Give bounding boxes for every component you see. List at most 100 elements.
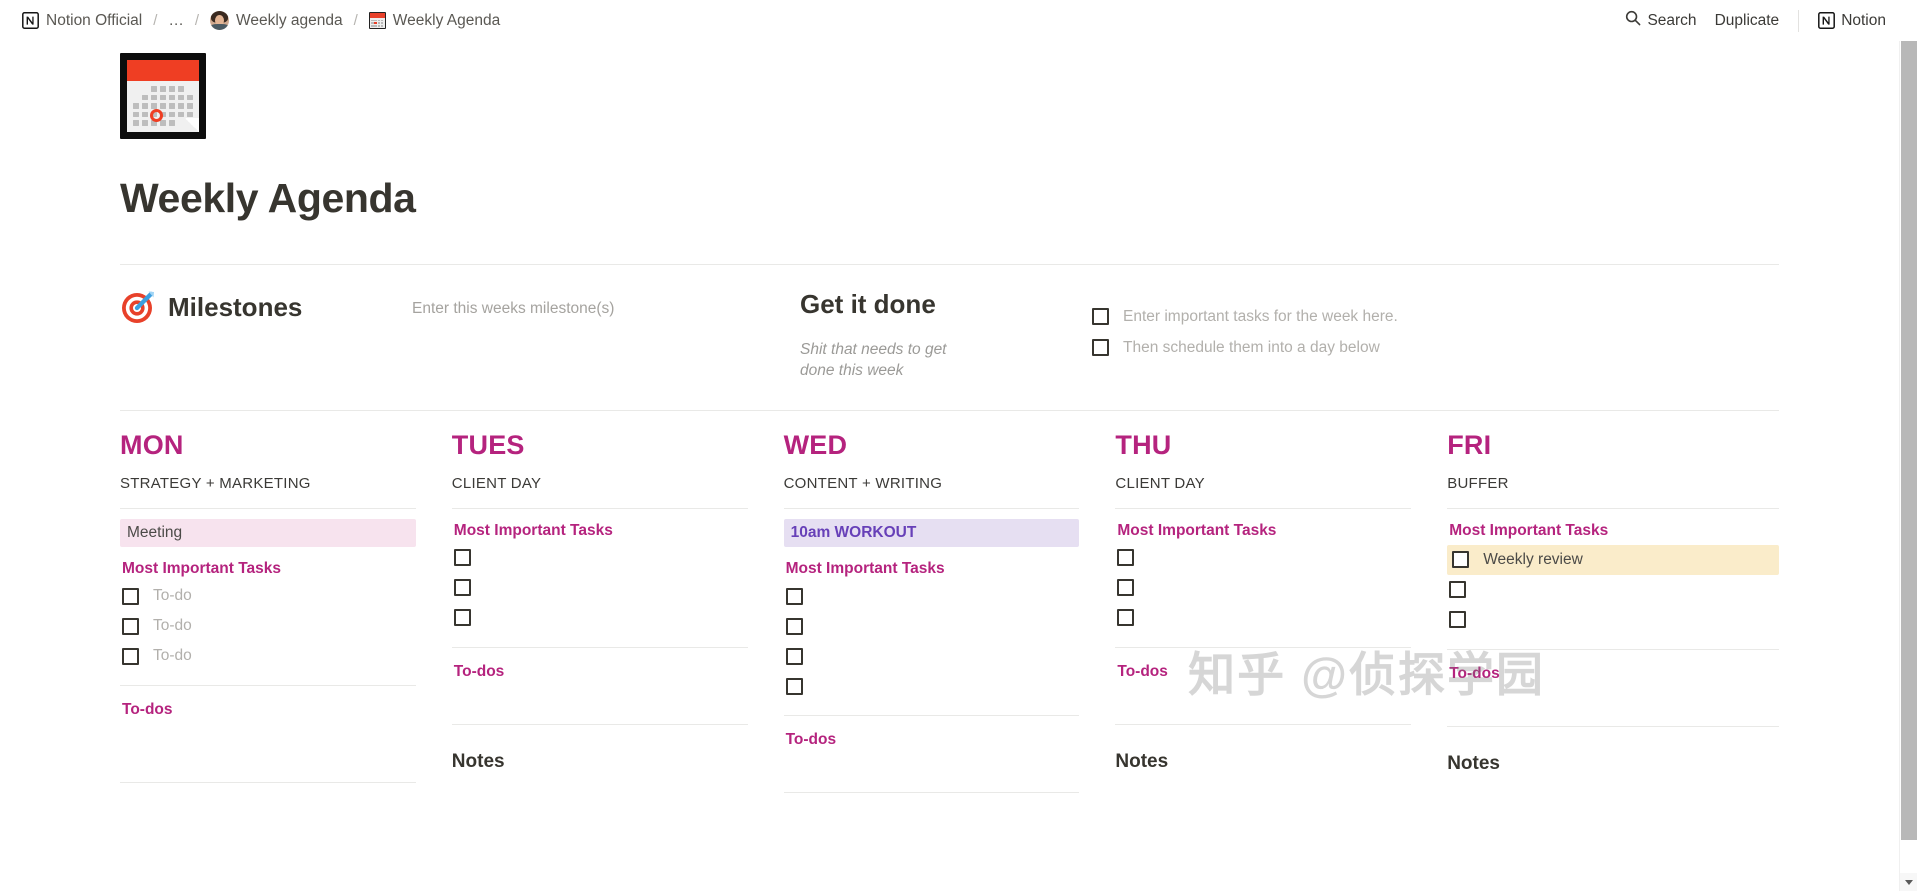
notion-home-button[interactable]: Notion bbox=[1809, 9, 1895, 33]
checkbox[interactable] bbox=[122, 617, 139, 635]
page-scroll-area: Weekly Agenda Milestones Enter this week… bbox=[0, 41, 1899, 891]
get-it-done-column: Get it done Shit that needs to get done … bbox=[800, 289, 1779, 382]
task-row[interactable] bbox=[452, 603, 748, 633]
divider-top bbox=[120, 264, 1779, 265]
milestones-column: Milestones Enter this weeks milestone(s) bbox=[120, 289, 800, 325]
checklist-item-label: Enter important tasks for the week here. bbox=[1123, 307, 1398, 325]
day-name: WED bbox=[783, 429, 848, 460]
duplicate-label: Duplicate bbox=[1714, 11, 1780, 29]
milestones-input-placeholder[interactable]: Enter this weeks milestone(s) bbox=[412, 289, 614, 318]
divider bbox=[783, 792, 1080, 794]
most-important-tasks-label: Most Important Tasks bbox=[1117, 521, 1277, 539]
breadcrumb-label: Weekly agenda bbox=[236, 11, 343, 29]
scrollbar-thumb[interactable] bbox=[1901, 30, 1917, 840]
checkbox[interactable] bbox=[453, 609, 471, 627]
divider bbox=[1798, 9, 1800, 32]
most-important-tasks-label: Most Important Tasks bbox=[122, 560, 282, 578]
breadcrumb-label: Notion Official bbox=[46, 11, 143, 29]
checkbox[interactable] bbox=[1092, 339, 1109, 356]
day-name: FRI bbox=[1447, 429, 1492, 460]
breadcrumb-item-weekly-agenda-parent[interactable]: Weekly agenda bbox=[206, 9, 347, 32]
checkbox[interactable] bbox=[1117, 549, 1135, 567]
page-title[interactable]: Weekly Agenda bbox=[120, 175, 1899, 222]
checkbox[interactable] bbox=[122, 647, 139, 665]
page-content: Weekly Agenda Milestones Enter this week… bbox=[0, 53, 1899, 794]
checkbox[interactable] bbox=[453, 579, 471, 597]
day-focus: STRATEGY + MARKETING bbox=[120, 474, 311, 492]
task-row[interactable] bbox=[1115, 603, 1411, 633]
day-focus: CLIENT DAY bbox=[1115, 474, 1205, 492]
checklist-item[interactable]: Then schedule them into a day below bbox=[1092, 332, 1398, 363]
day-column-tues: TUES CLIENT DAY Most Important Tasks To-… bbox=[451, 429, 784, 793]
task-row[interactable] bbox=[784, 581, 1080, 611]
get-it-done-subtitle: Shit that needs to get done this week bbox=[800, 341, 947, 379]
checkbox[interactable] bbox=[122, 587, 139, 605]
most-important-tasks-label: Most Important Tasks bbox=[1449, 521, 1609, 539]
day-focus: CONTENT + WRITING bbox=[783, 474, 943, 492]
page-icon-calendar-emoji[interactable] bbox=[120, 53, 206, 139]
task-label: To-do bbox=[153, 617, 192, 635]
task-row[interactable] bbox=[1447, 575, 1779, 605]
most-important-tasks-label: Most Important Tasks bbox=[453, 521, 613, 539]
most-important-tasks-label: Most Important Tasks bbox=[785, 560, 945, 578]
divider-days bbox=[120, 409, 1779, 411]
checklist-item[interactable]: Enter important tasks for the week here. bbox=[1092, 301, 1398, 332]
task-row[interactable]: To-do bbox=[120, 581, 416, 611]
divider bbox=[783, 507, 1080, 509]
task-row[interactable] bbox=[452, 543, 748, 573]
divider bbox=[1447, 507, 1779, 509]
task-row[interactable] bbox=[784, 641, 1080, 671]
notion-logo-icon bbox=[22, 12, 39, 29]
checkbox[interactable] bbox=[785, 677, 803, 695]
checkbox[interactable] bbox=[1117, 609, 1135, 627]
checkbox[interactable] bbox=[1449, 611, 1467, 629]
checklist-item-label: Then schedule them into a day below bbox=[1123, 338, 1380, 356]
day-highlight-block[interactable]: 10am WORKOUT bbox=[783, 518, 1080, 548]
top-bar: Notion Official / … / Weekly agenda / We bbox=[0, 0, 1917, 41]
task-row[interactable] bbox=[1115, 543, 1411, 573]
checkbox[interactable] bbox=[1452, 551, 1470, 569]
notion-label: Notion bbox=[1841, 11, 1886, 29]
checkbox[interactable] bbox=[453, 549, 471, 567]
search-icon bbox=[1625, 10, 1641, 31]
dart-target-icon bbox=[120, 289, 156, 325]
scroll-down-arrow-icon[interactable] bbox=[1900, 873, 1917, 891]
milestones-title: Milestones bbox=[168, 291, 303, 322]
user-avatar-icon bbox=[210, 11, 230, 30]
breadcrumb-item-ellipsis[interactable]: … bbox=[164, 10, 188, 32]
checkbox[interactable] bbox=[785, 617, 803, 635]
checkbox[interactable] bbox=[1092, 308, 1109, 325]
task-row[interactable] bbox=[452, 573, 748, 603]
notes-label: Notes bbox=[1447, 752, 1500, 774]
task-row[interactable] bbox=[784, 671, 1080, 701]
get-it-done-title: Get it done bbox=[800, 289, 936, 319]
task-row[interactable] bbox=[1115, 573, 1411, 603]
task-row[interactable]: To-do bbox=[120, 641, 416, 671]
checkbox[interactable] bbox=[1449, 581, 1467, 599]
breadcrumb-separator: / bbox=[153, 12, 158, 29]
day-column-fri: FRI BUFFER Most Important Tasks Weekly r… bbox=[1447, 429, 1779, 793]
todos-label: To-dos bbox=[1449, 664, 1500, 682]
duplicate-button[interactable]: Duplicate bbox=[1706, 9, 1789, 33]
summary-columns: Milestones Enter this weeks milestone(s)… bbox=[120, 289, 1779, 382]
notes-label: Notes bbox=[451, 750, 505, 772]
divider bbox=[451, 507, 748, 509]
checkbox[interactable] bbox=[785, 587, 803, 605]
week-columns: MON STRATEGY + MARKETING Meeting Most Im… bbox=[120, 429, 1779, 794]
breadcrumb-item-workspace[interactable]: Notion Official bbox=[18, 10, 146, 32]
breadcrumb: Notion Official / … / Weekly agenda / We bbox=[18, 9, 1616, 32]
task-row[interactable]: To-do bbox=[120, 611, 416, 641]
divider bbox=[1115, 507, 1412, 509]
day-highlight-block[interactable]: Meeting bbox=[120, 518, 416, 548]
day-name: TUES bbox=[451, 429, 525, 460]
task-row[interactable] bbox=[784, 611, 1080, 641]
vertical-scrollbar[interactable] bbox=[1899, 0, 1917, 891]
todos-label: To-dos bbox=[1117, 662, 1168, 680]
task-row[interactable]: Weekly review bbox=[1447, 544, 1779, 575]
search-button[interactable]: Search bbox=[1616, 7, 1705, 34]
checkbox[interactable] bbox=[785, 647, 803, 665]
checkbox[interactable] bbox=[1117, 579, 1135, 597]
task-row[interactable] bbox=[1447, 605, 1779, 635]
breadcrumb-item-current-page[interactable]: Weekly Agenda bbox=[365, 10, 504, 32]
day-name: THU bbox=[1115, 429, 1172, 460]
